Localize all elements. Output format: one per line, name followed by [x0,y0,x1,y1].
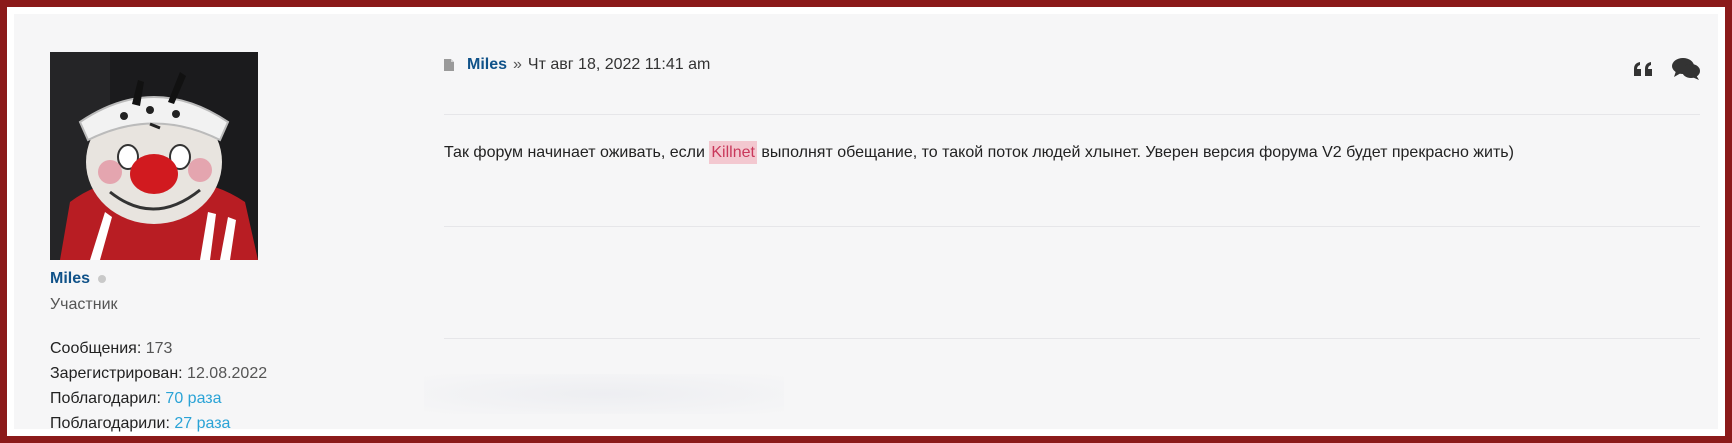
stat-registered-label: Зарегистрирован: [50,365,183,382]
post-actions [1634,58,1700,80]
highlighted-keyword: Killnet [709,141,757,164]
post-profile: Miles Участник Сообщения: 173 Зарегистри… [50,52,430,436]
post-file-icon[interactable] [444,59,454,71]
faded-watermark [424,374,784,414]
stat-posts-value: 173 [145,340,173,357]
stat-thanked: Поблагодарил: 70 раза [50,386,430,411]
post-datetime: Чт авг 18, 2022 11:41 am [527,56,711,73]
profile-username[interactable]: Miles [50,270,90,288]
post-author-link[interactable]: Miles [467,56,507,74]
post-container: Miles Участник Сообщения: 173 Зарегистри… [14,14,1718,432]
header-divider [444,114,1700,115]
stat-registered: Зарегистрирован: 12.08.2022 [50,361,430,386]
post-content: Так форум начинает оживать, если Killnet… [444,141,1514,164]
online-status-icon [98,275,107,283]
stat-thanked-by-link[interactable]: 27 раза [174,415,230,432]
stat-thanked-link[interactable]: 70 раза [165,390,221,407]
stat-thanked-by: Поблагодарили: 27 раза [50,411,430,436]
avatar[interactable] [50,52,258,260]
stat-registered-value: 12.08.2022 [187,365,268,382]
stat-posts-label: Сообщения: [50,340,142,357]
stat-posts: Сообщения: 173 [50,336,430,361]
user-stats: Сообщения: 173 Зарегистрирован: 12.08.20… [50,336,430,436]
content-text-after: выполнят обещание, то такой поток людей … [756,144,1514,161]
content-text-before: Так форум начинает оживать, если [444,144,710,161]
annotation-frame: Miles Участник Сообщения: 173 Зарегистри… [0,0,1732,443]
comments-icon[interactable] [1672,58,1700,80]
stat-thanked-label: Поблагодарил: [50,390,161,407]
post-body: Miles » Чт авг 18, 2022 11:41 am Так фор… [444,52,1700,339]
stat-thanked-by-label: Поблагодарили: [50,415,170,432]
content-divider [444,226,1700,227]
header-separator: » [513,56,522,73]
footer-divider [444,338,1700,339]
quote-icon[interactable] [1634,62,1654,76]
user-rank: Участник [50,296,118,313]
post-header: Miles » Чт авг 18, 2022 11:41 am [444,52,1700,78]
